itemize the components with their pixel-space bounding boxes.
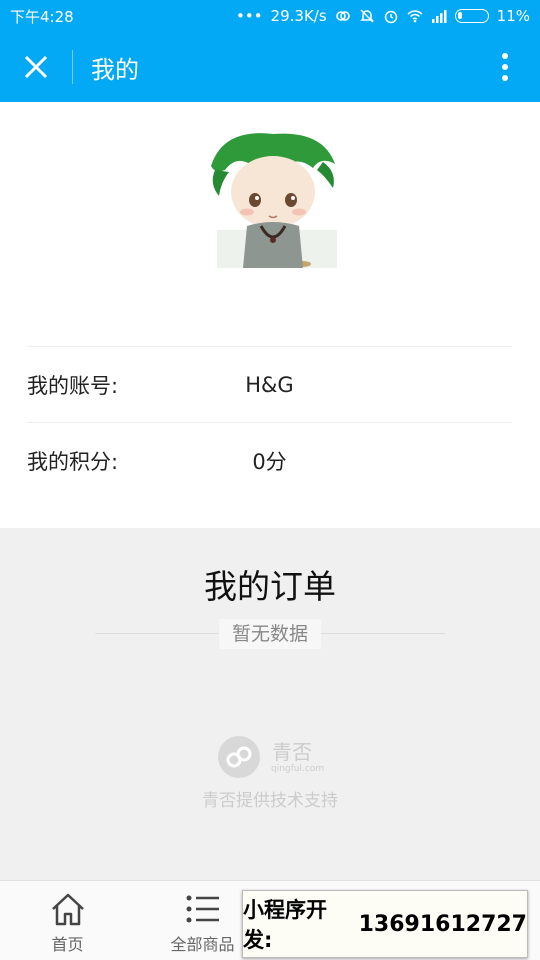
points-value-text: 0分	[252, 449, 287, 474]
promo-label: 小程序开发:	[243, 898, 327, 952]
empty-state-badge: 暂无数据	[219, 619, 321, 649]
account-value-text: H&G	[245, 372, 294, 397]
close-button[interactable]	[0, 32, 72, 102]
list-icon	[186, 895, 219, 923]
points-row: 我的积分: 0分	[27, 422, 512, 498]
qingfou-logo-icon	[218, 736, 260, 778]
orders-title: 我的订单	[204, 567, 336, 606]
more-button[interactable]	[470, 32, 540, 102]
status-indicators: ••• 29.3K/s 11%	[236, 7, 530, 25]
notification-dots: •••	[236, 7, 263, 25]
title-divider	[72, 50, 73, 84]
status-bar: 下午4:28 ••• 29.3K/s 11%	[0, 0, 540, 32]
link-icon	[335, 11, 350, 21]
alarm-icon	[384, 10, 397, 24]
signal-icon	[431, 10, 447, 23]
battery-percent: 11%	[496, 7, 530, 25]
home-icon	[51, 893, 84, 926]
close-icon	[24, 55, 48, 79]
tab-home[interactable]: 首页	[0, 881, 135, 960]
title-bar: 我的	[0, 32, 540, 102]
wifi-icon	[407, 10, 423, 23]
brand-name: 青否	[272, 740, 312, 764]
avatar	[211, 133, 337, 268]
page-title: 我的	[91, 55, 139, 84]
promo-banner[interactable]: 小程序开发: 13691612727	[242, 890, 528, 958]
points-value: 0分	[27, 446, 512, 476]
account-value: H&G	[27, 373, 512, 397]
brand-support-text: 青否提供技术支持	[202, 791, 338, 811]
status-time: 下午4:28	[10, 7, 74, 26]
brand-url: qingful.com	[271, 764, 325, 774]
network-speed: 29.3K/s	[270, 7, 327, 25]
more-vertical-icon	[502, 53, 508, 81]
battery-icon	[454, 9, 489, 23]
promo-number: 13691612727	[358, 911, 527, 937]
mute-icon	[359, 9, 374, 23]
tab-home-label: 首页	[51, 935, 84, 954]
account-row: 我的账号: H&G	[27, 346, 512, 422]
